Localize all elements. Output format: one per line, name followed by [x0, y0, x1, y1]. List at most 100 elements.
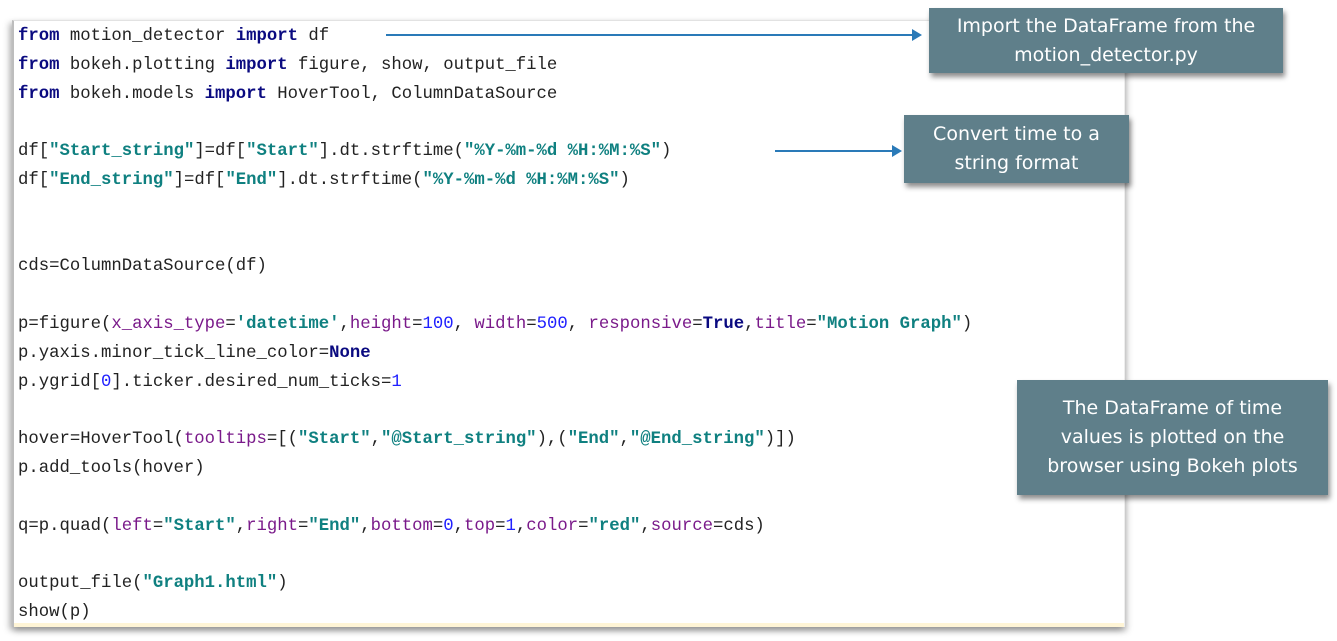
- callout-import-line2: motion_detector.py: [1014, 43, 1198, 66]
- code-token: height: [349, 314, 413, 334]
- code-token: "Motion Graph": [816, 314, 962, 334]
- code-token: import: [235, 27, 299, 46]
- code-token: 1: [391, 372, 402, 392]
- code-line[interactable]: hover=HoverTool(tooltips=[("Start","@Sta…: [18, 426, 972, 455]
- code-line[interactable]: [18, 282, 972, 311]
- code-token: tooltips: [183, 430, 267, 450]
- code-token: p.ygrid[: [18, 372, 101, 392]
- code-line[interactable]: p.yaxis.minor_tick_line_color=None: [18, 340, 972, 369]
- callout-convert-line2: string format: [954, 152, 1079, 174]
- code-token: "Start": [298, 430, 371, 450]
- code-token: q=p.quad(: [18, 516, 112, 536]
- code-token: df: [298, 27, 330, 46]
- code-token: p=figure(: [18, 314, 112, 334]
- code-token: "@Start_string": [381, 430, 537, 450]
- code-token: 0: [443, 516, 454, 536]
- arrow-convert: [775, 145, 902, 157]
- code-token: ,: [235, 516, 247, 536]
- code-token: motion_detector: [59, 27, 236, 46]
- code-token: None: [329, 343, 371, 363]
- code-token: "@End_string": [629, 430, 765, 450]
- code-token: =: [152, 516, 164, 536]
- code-token: ,: [567, 314, 589, 334]
- code-token: =: [578, 516, 589, 536]
- code-token: =: [806, 314, 817, 334]
- code-token: "Start_string": [49, 142, 195, 162]
- code-token: left: [111, 516, 153, 536]
- code-line[interactable]: [18, 484, 972, 513]
- callout-plot-line1: The DataFrame of time: [1062, 397, 1283, 419]
- code-line[interactable]: [18, 397, 972, 426]
- arrow-import: [386, 29, 922, 41]
- code-token: "red": [588, 516, 641, 536]
- code-line[interactable]: from motion_detector import df: [18, 23, 972, 52]
- code-token: bokeh.plotting: [59, 55, 226, 75]
- code-line[interactable]: [18, 541, 972, 570]
- code-token: "Start": [163, 516, 236, 536]
- code-line[interactable]: df["End_string"]=df["End"].dt.strftime("…: [18, 167, 972, 196]
- code-token: ,: [360, 516, 371, 536]
- code-line[interactable]: q=p.quad(left="Start",right="End",bottom…: [18, 513, 972, 542]
- code-token: from: [18, 27, 60, 46]
- code-token: ,: [453, 314, 475, 334]
- code-block[interactable]: from motion_detector import df from bokeh…: [18, 23, 972, 628]
- code-token: =: [298, 516, 309, 536]
- code-token: color: [526, 516, 579, 536]
- code-token: ,: [339, 314, 350, 334]
- code-token: =: [495, 516, 506, 536]
- code-line[interactable]: [18, 196, 972, 225]
- code-token: ,: [744, 314, 755, 334]
- callout-import-line1: Import the DataFrame from the: [956, 14, 1256, 37]
- code-token: 'datetime': [235, 314, 340, 334]
- callout-convert: Convert time to a string format: [904, 115, 1129, 183]
- code-token: ]=df[: [194, 142, 247, 162]
- code-token: width: [474, 314, 527, 334]
- code-token: hover=HoverTool(: [18, 430, 184, 450]
- code-token: ),(: [536, 430, 568, 450]
- code-line[interactable]: p.add_tools(hover): [18, 455, 972, 484]
- code-token: =cds): [712, 516, 765, 536]
- code-line[interactable]: df["Start_string"]=df["Start"].dt.strfti…: [18, 138, 972, 167]
- code-token: )]): [764, 430, 796, 450]
- code-token: x_axis_type: [111, 314, 226, 334]
- callout-plot: The DataFrame of time values is plotted …: [1017, 380, 1328, 495]
- code-token: ): [661, 142, 672, 162]
- code-token: True: [702, 314, 745, 334]
- code-editor[interactable]: from motion_detector import df from bokeh…: [12, 20, 1125, 627]
- code-token: right: [246, 516, 299, 536]
- code-token: "%Y-%m-%d %H:%M:%S": [422, 170, 620, 190]
- code-line[interactable]: [18, 109, 972, 138]
- code-line[interactable]: p.ygrid[0].ticker.desired_num_ticks=1: [18, 369, 972, 398]
- callout-import: Import the DataFrame from the motion_det…: [929, 8, 1283, 73]
- code-token: "End": [225, 170, 278, 190]
- code-token: 0: [100, 372, 112, 392]
- code-token: ,: [619, 430, 630, 450]
- code-token: source: [650, 516, 713, 536]
- code-token: from: [18, 84, 60, 104]
- code-token: "End": [308, 516, 361, 536]
- code-line[interactable]: cds=ColumnDataSource(df): [18, 253, 972, 282]
- code-token: p.yaxis.minor_tick_line_color=: [18, 343, 330, 363]
- code-token: ].ticker.desired_num_ticks=: [111, 372, 392, 392]
- code-token: =: [412, 314, 423, 334]
- code-token: =: [692, 314, 703, 334]
- code-token: ]=df[: [173, 170, 226, 190]
- code-token: =: [432, 516, 444, 536]
- code-line[interactable]: p=figure(x_axis_type='datetime',height=1…: [18, 311, 972, 340]
- code-token: df[: [18, 142, 50, 162]
- code-token: figure, show, output_file: [287, 55, 558, 75]
- code-token: ): [619, 170, 630, 190]
- code-token: output_file(: [18, 574, 143, 594]
- code-line[interactable]: output_file("Graph1.html"): [18, 570, 972, 599]
- code-token: "End": [567, 430, 620, 450]
- code-token: ].dt.strftime(: [277, 170, 423, 190]
- code-line[interactable]: [18, 225, 972, 254]
- code-token: "Graph1.html": [142, 574, 278, 594]
- code-line[interactable]: from bokeh.models import HoverTool, Colu…: [18, 81, 972, 110]
- callout-plot-line3: browser using Bokeh plots: [1047, 455, 1298, 477]
- code-line[interactable]: from bokeh.plotting import figure, show,…: [18, 52, 972, 81]
- code-token: from: [18, 55, 60, 75]
- code-token: ].dt.strftime(: [318, 142, 464, 162]
- callout-convert-line1: Convert time to a: [933, 123, 1100, 145]
- code-token: 500: [536, 314, 568, 334]
